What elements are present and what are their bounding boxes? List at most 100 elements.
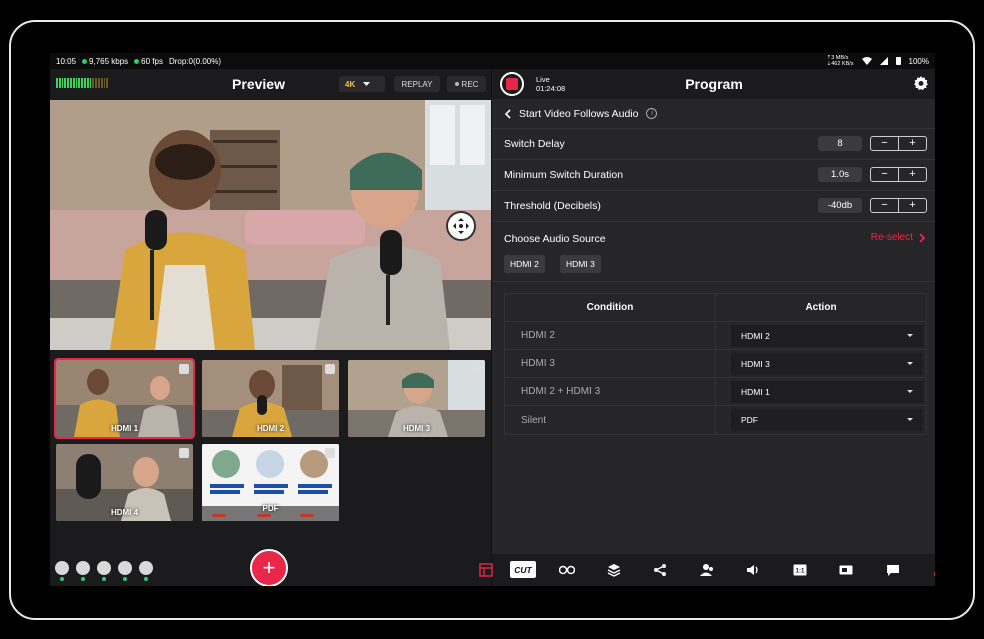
share-icon [654,564,666,576]
bottom-toolbar: CUT 1:1 [479,554,935,586]
condition-cell: HDMI 3 [505,350,716,377]
action-select[interactable]: HDMI 1 [731,381,923,403]
source-label: HDMI 3 [402,424,431,433]
setting-label: Switch Delay [504,138,565,150]
move-arrows-icon [453,218,469,234]
thumb-badge-icon [325,448,335,458]
rec-button[interactable]: REC [447,76,486,92]
table-row: HDMI 2 HDMI 2 [505,322,926,350]
source-thumb-hdmi3[interactable]: HDMI 3 [348,360,485,437]
increment-button[interactable]: + [898,168,926,181]
vfa-panel: Start Video Follows Audio i Switch Delay… [492,99,935,554]
setting-label: Threshold (Decibels) [504,200,601,212]
switch-arrows-icon [933,566,935,576]
resolution-select[interactable]: 4K [339,76,385,92]
column-header-action: Action [715,294,926,321]
caret-down-icon [907,334,913,337]
layers-icon [607,564,621,577]
cut-button[interactable]: CUT [510,561,536,578]
app-screen: 10:05 9,765 kbps 60 fps Drop:0(0.00%) ⇡3… [50,53,935,586]
chevron-right-icon [919,232,926,243]
action-select-value: PDF [741,415,758,425]
plus-icon: + [262,555,276,580]
camera-button[interactable] [838,562,854,578]
preview-video[interactable] [50,100,491,350]
increment-button[interactable]: + [898,137,926,150]
camera-icon [839,565,853,575]
source-thumb-hdmi4[interactable]: HDMI 4 [56,444,193,521]
preview-panel: Preview 4K REPLAY REC HDMI 1 HDMI 2 HDMI… [50,69,491,586]
thumb-badge-icon [179,364,189,374]
chat-icon [887,564,899,576]
decrement-button[interactable]: − [871,137,898,150]
selected-source-chip[interactable]: HDMI 3 [560,255,601,273]
caret-down-icon [907,390,913,393]
increment-button[interactable]: + [898,199,926,212]
layout-toggle-button[interactable] [478,562,494,578]
comments-button[interactable] [885,562,901,578]
bitrate-dot-icon [82,58,88,64]
action-select[interactable]: HDMI 3 [731,353,923,375]
transitions-button[interactable] [559,562,575,578]
srt-icon[interactable] [139,561,153,581]
table-row: HDMI 3 HDMI 3 [505,350,926,378]
wifi-icon [861,57,872,65]
reselect-button[interactable]: Re-select [871,232,926,243]
battery-icon [895,57,901,65]
min-switch-duration-value: 1.0s [818,167,862,182]
vfa-header[interactable]: Start Video Follows Audio i [492,99,935,129]
caret-down-icon [363,82,371,86]
action-select[interactable]: PDF [731,409,923,431]
info-icon[interactable]: i [646,108,658,119]
switch-delay-value: 8 [818,136,862,151]
source-thumb-hdmi2[interactable]: HDMI 2 [202,360,339,437]
action-select[interactable]: HDMI 2 [731,325,923,347]
column-header-condition: Condition [586,302,634,313]
transition-icon [559,565,575,575]
resolution-label: 4K [345,79,356,89]
table-row: HDMI 2 + HDMI 3 HDMI 1 [505,378,926,406]
setting-min-switch-duration: Minimum Switch Duration 1.0s − + [492,160,935,191]
facebook-icon[interactable] [55,561,69,581]
audio-button[interactable] [745,562,761,578]
add-source-button[interactable]: + [250,549,288,586]
fps-dot-icon [134,58,140,64]
gear-icon[interactable] [914,76,928,90]
source-thumb-pdf[interactable]: PDF [202,444,339,521]
table-header: Condition Action [505,294,926,322]
condition-cell: HDMI 2 [505,322,716,349]
condition-action-table: Condition Action HDMI 2 HDMI 2 HDMI 3 HD… [504,293,927,435]
move-handle-button[interactable] [446,211,476,241]
status-fps: 60 fps [134,57,163,66]
action-select-value: HDMI 1 [741,387,770,397]
chevron-left-icon[interactable] [504,108,511,119]
rtmp-icon[interactable] [118,561,132,581]
youtube-icon[interactable] [76,561,90,581]
threshold-value: -40db [818,198,862,213]
decrement-button[interactable]: − [871,199,898,212]
video-follows-audio-button[interactable] [932,562,935,578]
guests-button[interactable] [699,562,715,578]
audio-source-row: Choose Audio Source Re-select HDMI 2 HDM… [492,224,935,282]
selected-source-chip[interactable]: HDMI 2 [504,255,545,273]
signal-icon [879,57,888,65]
replay-button[interactable]: REPLAY [394,76,440,92]
preview-scene-image [50,100,491,350]
network-speed: ⇡3 MB/s ⇣462 KB/s [826,55,854,67]
decrement-button[interactable]: − [871,168,898,181]
aspect-ratio-button[interactable]: 1:1 [792,562,808,578]
rec-label: REC [461,79,479,89]
source-label: HDMI 4 [110,508,139,517]
share-button[interactable] [652,562,668,578]
layers-button[interactable] [606,562,622,578]
switch-delay-stepper: − + [870,136,927,151]
source-label: HDMI 1 [110,424,139,433]
source-thumb-hdmi1[interactable]: HDMI 1 [54,358,195,439]
setting-threshold: Threshold (Decibels) -40db − + [492,191,935,222]
threshold-stepper: − + [870,198,927,213]
twitch-icon[interactable] [97,561,111,581]
vfa-title: Start Video Follows Audio [519,107,639,120]
condition-cell: Silent [505,406,716,434]
setting-switch-delay: Switch Delay 8 − + [492,129,935,160]
thumb-badge-icon [325,364,335,374]
